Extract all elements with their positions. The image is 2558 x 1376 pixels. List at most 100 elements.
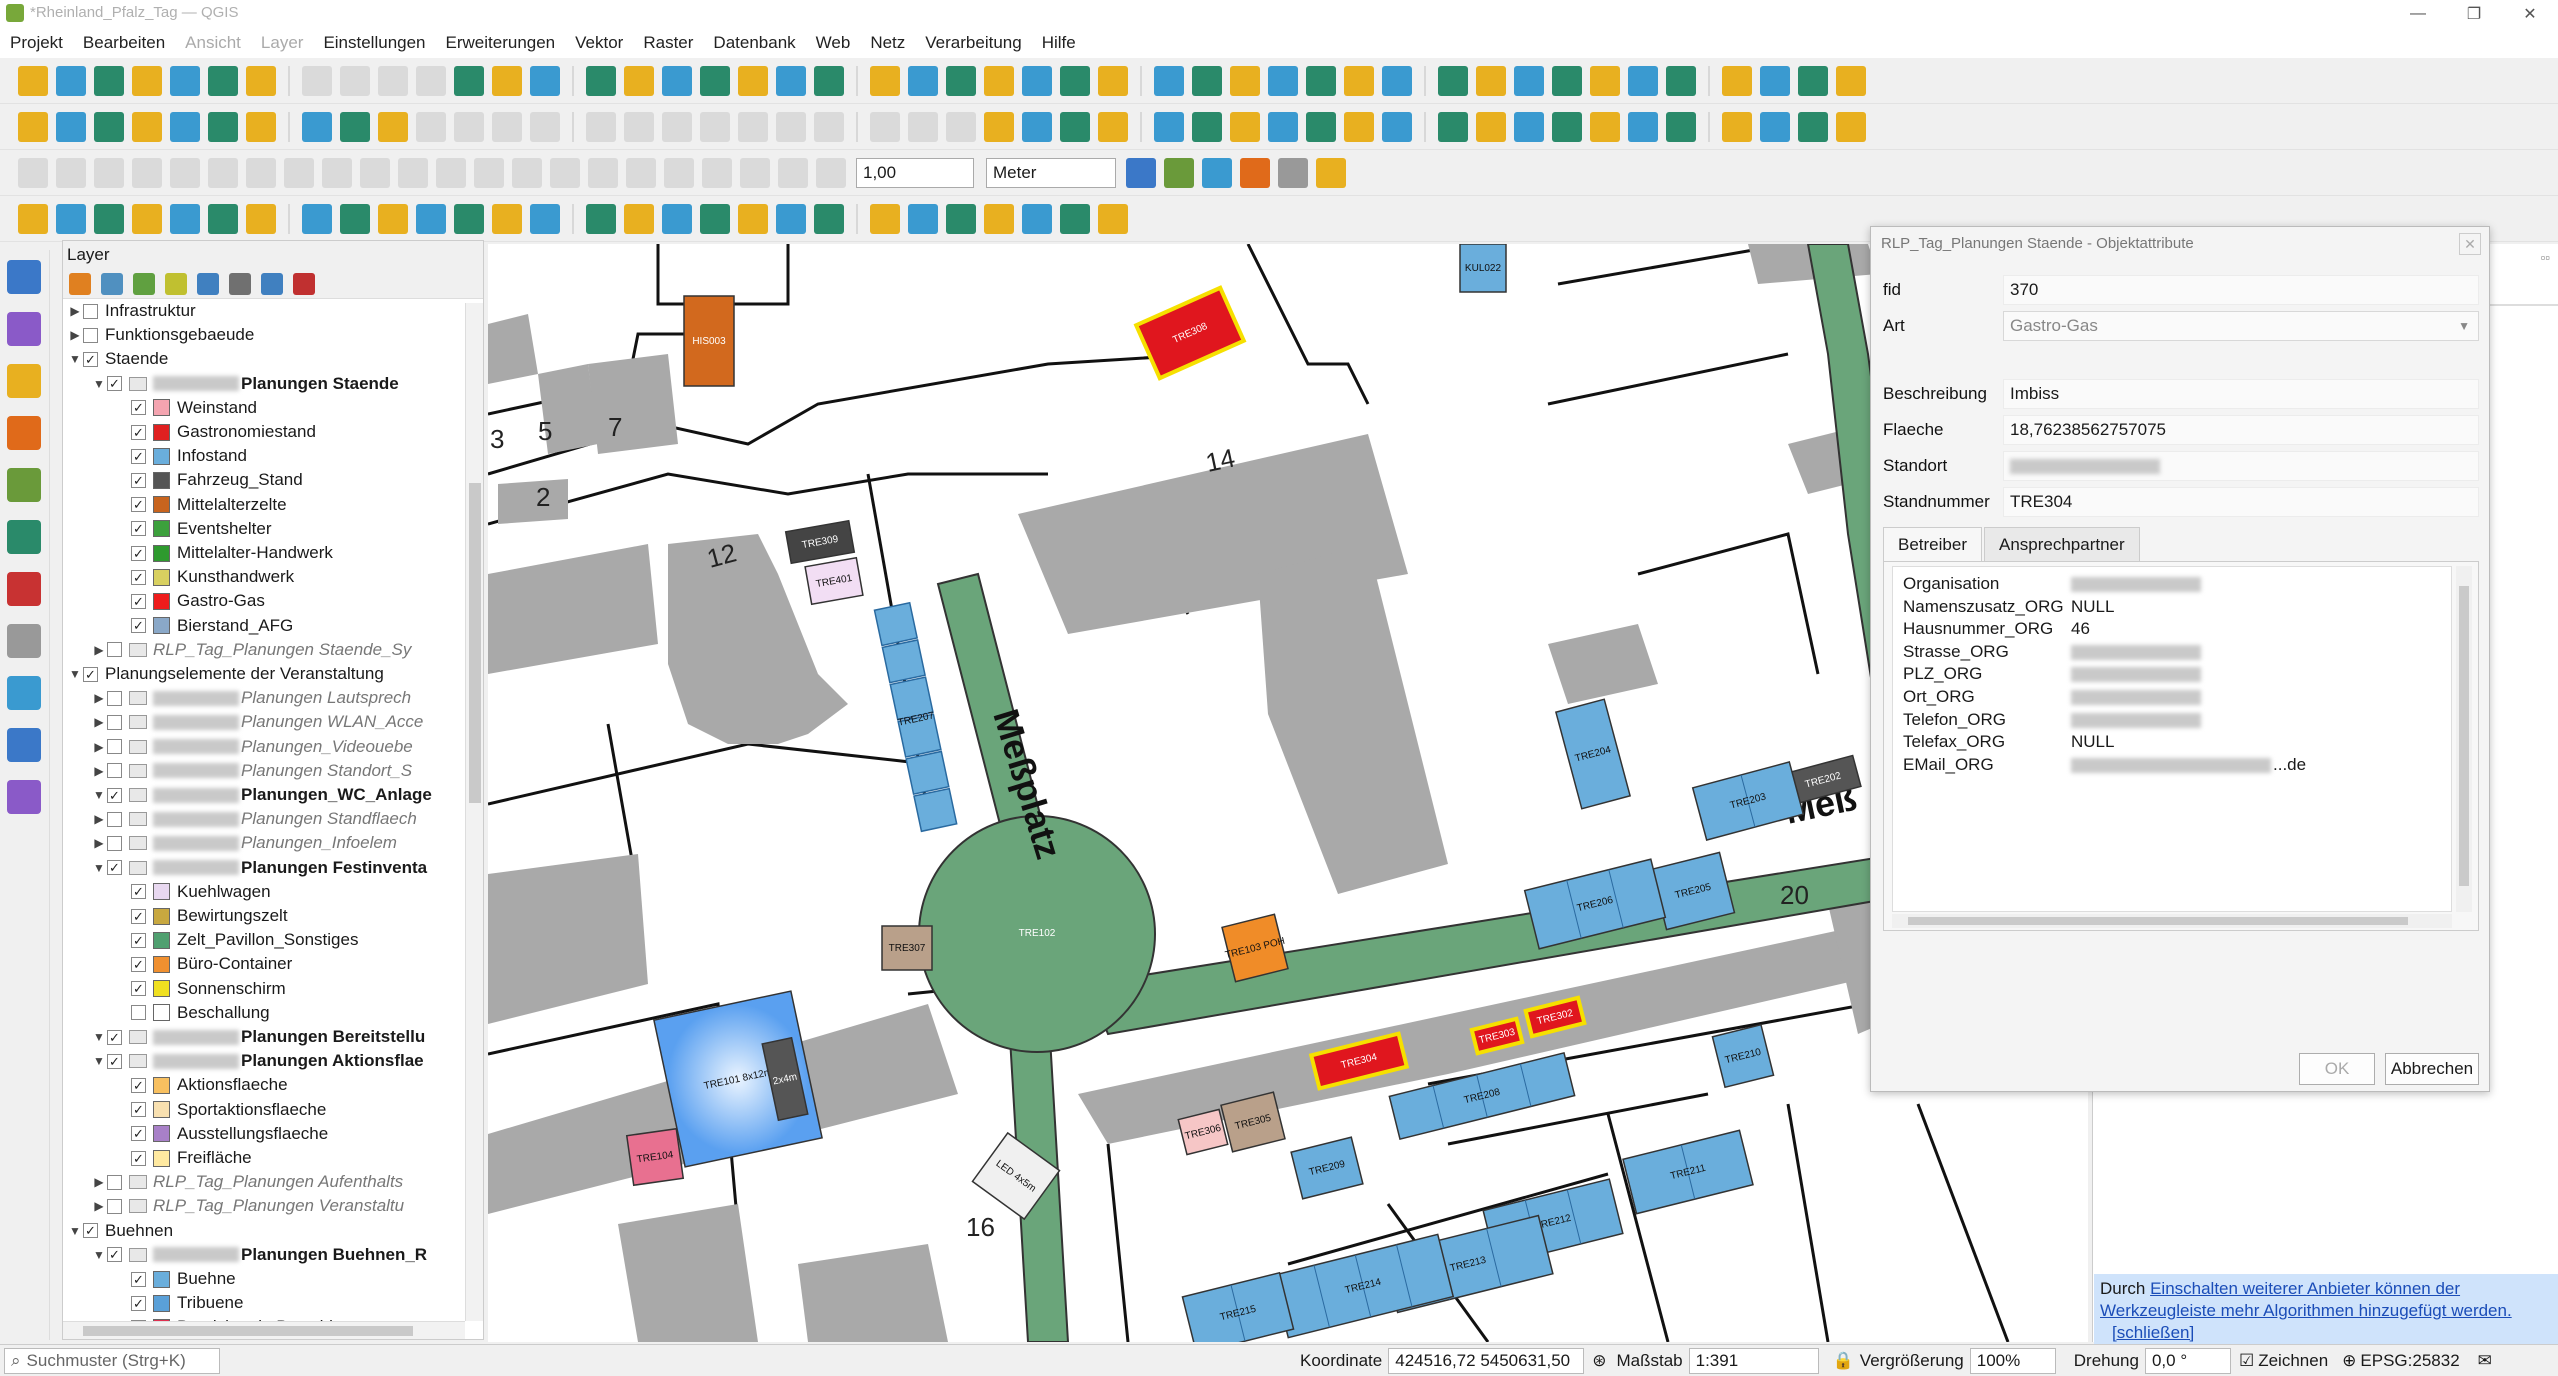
add-layer-tool-9-icon[interactable] — [7, 676, 41, 710]
layer-tree-item[interactable]: ▼ ✓ Planungselemente der Veranstaltung — [67, 662, 384, 686]
map-feature[interactable]: TRE211 — [1622, 1129, 1754, 1215]
layer-visibility-checkbox[interactable]: ✓ — [131, 569, 146, 585]
digitize-tool-10-icon[interactable] — [360, 157, 390, 188]
stroke-width-input[interactable]: 1,00 — [856, 157, 974, 188]
map-feature[interactable]: TRE215 — [1181, 1271, 1295, 1342]
add-layer-tool-7-icon[interactable] — [7, 572, 41, 606]
layer-visibility-checkbox[interactable]: ✓ — [131, 884, 146, 900]
tr4-tool-23-icon[interactable] — [908, 203, 938, 234]
tr1-tool-31-icon[interactable] — [1230, 65, 1260, 96]
snap-tool-5-icon[interactable] — [1278, 157, 1308, 188]
menu-hilfe[interactable]: Hilfe — [1042, 33, 1076, 53]
layer-visibility-checkbox[interactable]: ✓ — [131, 448, 146, 464]
tr2-tool-29-icon[interactable] — [1154, 111, 1184, 142]
layer-visibility-checkbox[interactable]: ✓ — [83, 351, 98, 367]
expand-arrow-icon[interactable]: ▶ — [91, 715, 107, 729]
map-feature[interactable]: TRE204 — [1554, 698, 1632, 810]
layer-tree-item[interactable]: ✓ Eventshelter — [115, 517, 272, 541]
tr2-tool-16-icon[interactable] — [624, 111, 654, 142]
map-feature[interactable]: TRE309 — [784, 519, 856, 565]
tr1-tool-16-icon[interactable] — [624, 65, 654, 96]
digitize-tool-22-icon[interactable] — [816, 157, 846, 188]
layer-panel-tool-6-icon[interactable] — [229, 272, 251, 295]
standnummer-input[interactable]: TRE304 — [2003, 487, 2479, 517]
layer-visibility-checkbox[interactable] — [107, 1174, 122, 1190]
tr1-tool-42-icon[interactable] — [1666, 65, 1696, 96]
layer-visibility-checkbox[interactable]: ✓ — [83, 666, 98, 682]
tr1-tool-22-icon[interactable] — [870, 65, 900, 96]
digitize-tool-14-icon[interactable] — [512, 157, 542, 188]
tr4-tool-19-icon[interactable] — [738, 203, 768, 234]
layer-tree-item[interactable]: ✓ Tribuene — [115, 1291, 243, 1315]
tr1-tool-14-icon[interactable] — [530, 65, 560, 96]
snap-tool-3-icon[interactable] — [1202, 157, 1232, 188]
expand-arrow-icon[interactable]: ▶ — [91, 764, 107, 778]
layer-tree-item[interactable]: ✓ Aktionsflaeche — [115, 1073, 288, 1097]
layer-visibility-checkbox[interactable]: ✓ — [131, 497, 146, 513]
field-value[interactable]: ...de — [2071, 755, 2306, 775]
layer-visibility-checkbox[interactable]: ✓ — [131, 400, 146, 416]
tr4-tool-22-icon[interactable] — [870, 203, 900, 234]
digitize-tool-12-icon[interactable] — [436, 157, 466, 188]
snap-tool-6-icon[interactable] — [1316, 157, 1346, 188]
tr1-tool-35-icon[interactable] — [1382, 65, 1412, 96]
tr2-tool-19-icon[interactable] — [738, 111, 768, 142]
lock-icon[interactable]: 🔒 — [1833, 1351, 1854, 1371]
tr2-tool-35-icon[interactable] — [1382, 111, 1412, 142]
digitize-tool-19-icon[interactable] — [702, 157, 732, 188]
layer-visibility-checkbox[interactable]: ✓ — [131, 1126, 146, 1142]
tr1-tool-11-icon[interactable] — [416, 65, 446, 96]
layer-visibility-checkbox[interactable]: ✓ — [131, 981, 146, 997]
menu-layer[interactable]: Layer — [261, 33, 304, 53]
layer-tree-item[interactable]: ▶ Planungen Standort_S — [91, 759, 412, 783]
menu-erweiterungen[interactable]: Erweiterungen — [446, 33, 556, 53]
tr2-tool-9-icon[interactable] — [340, 111, 370, 142]
flaeche-input[interactable]: 18,76238562757075 — [2003, 415, 2479, 445]
fid-input[interactable]: 370 — [2003, 275, 2479, 305]
expand-arrow-icon[interactable]: ▼ — [67, 1224, 83, 1238]
digitize-tool-18-icon[interactable] — [664, 157, 694, 188]
snap-tool-2-icon[interactable] — [1164, 157, 1194, 188]
layer-tree-item[interactable]: ✓ Kunsthandwerk — [115, 565, 294, 589]
scale-select[interactable]: 1:391 — [1688, 1347, 1819, 1374]
layer-tree-item[interactable]: ▼ ✓ Planungen Staende — [91, 372, 399, 396]
tr1-tool-6-icon[interactable] — [208, 65, 238, 96]
tr4-tool-18-icon[interactable] — [700, 203, 730, 234]
layer-visibility-checkbox[interactable]: ✓ — [107, 787, 122, 803]
stall-segment[interactable] — [881, 639, 926, 684]
tr1-tool-4-icon[interactable] — [132, 65, 162, 96]
tr4-tool-15-icon[interactable] — [586, 203, 616, 234]
layer-visibility-checkbox[interactable] — [83, 303, 98, 319]
layer-panel-tool-5-icon[interactable] — [197, 272, 219, 295]
map-feature[interactable]: TRE307 — [881, 925, 933, 971]
layer-panel-tool-4-icon[interactable] — [165, 272, 187, 295]
tr2-tool-7-icon[interactable] — [246, 111, 276, 142]
expand-arrow-icon[interactable]: ▼ — [67, 667, 83, 681]
expand-arrow-icon[interactable]: ▼ — [91, 861, 107, 875]
layer-panel-tool-1-icon[interactable] — [69, 272, 91, 295]
layer-visibility-checkbox[interactable] — [83, 327, 98, 343]
layer-panel-tool-2-icon[interactable] — [101, 272, 123, 295]
tr2-tool-23-icon[interactable] — [908, 111, 938, 142]
layer-tree-item[interactable]: ▶ Planungen WLAN_Acce — [91, 710, 423, 734]
snap-tool-4-icon[interactable] — [1240, 157, 1270, 188]
tr4-tool-14-icon[interactable] — [530, 203, 560, 234]
add-layer-tool-4-icon[interactable] — [7, 416, 41, 450]
tr1-tool-38-icon[interactable] — [1514, 65, 1544, 96]
scroll-thumb[interactable] — [469, 483, 481, 803]
tr1-tool-45-icon[interactable] — [1798, 65, 1828, 96]
tr1-tool-39-icon[interactable] — [1552, 65, 1582, 96]
digitize-tool-13-icon[interactable] — [474, 157, 504, 188]
scroll-thumb[interactable] — [83, 1326, 413, 1336]
tr2-tool-36-icon[interactable] — [1438, 111, 1468, 142]
layer-tree-item[interactable]: ▶ RLP_Tag_Planungen Staende_Sy — [91, 638, 411, 662]
layer-visibility-checkbox[interactable]: ✓ — [131, 1295, 146, 1311]
zoom-input[interactable]: 100% — [1969, 1347, 2056, 1374]
menu-projekt[interactable]: Projekt — [10, 33, 63, 53]
layer-visibility-checkbox[interactable] — [107, 642, 122, 658]
menu-vektor[interactable]: Vektor — [575, 33, 623, 53]
tr1-tool-2-icon[interactable] — [56, 65, 86, 96]
menu-einstellungen[interactable]: Einstellungen — [323, 33, 425, 53]
tr2-tool-22-icon[interactable] — [870, 111, 900, 142]
crs-button[interactable]: EPSG:25832 — [2360, 1351, 2459, 1371]
